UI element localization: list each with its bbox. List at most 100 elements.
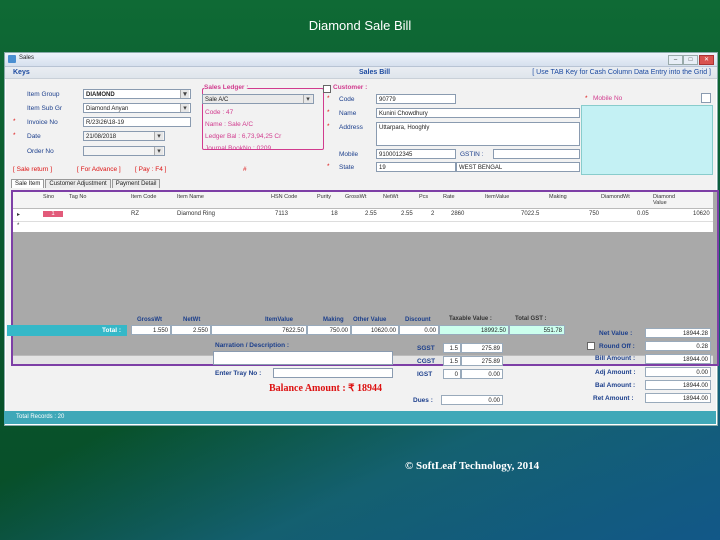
gstin-input[interactable] — [493, 149, 580, 159]
slide-title: Diamond Sale Bill — [308, 18, 412, 33]
sgst-rate[interactable]: 1.5 — [443, 343, 461, 353]
gstin-label: GSTIN : — [460, 151, 484, 158]
cell[interactable]: 7022.5 — [521, 211, 539, 217]
minimize-button[interactable]: – — [668, 55, 683, 65]
status-bar: Total Records : 20 — [4, 411, 716, 424]
narration-input[interactable] — [213, 351, 393, 365]
sale-return-hint[interactable]: [ Sale return ] — [13, 166, 52, 173]
new-row[interactable]: * — [13, 222, 713, 232]
customer-header: Customer : — [333, 84, 368, 91]
sales-ledger-select[interactable]: Sale A/C — [202, 94, 314, 104]
col-header: Pcs — [419, 194, 429, 200]
total-label: Total : — [101, 327, 121, 334]
ledger-code: Code : 47 — [205, 109, 234, 116]
net-value-label: Net Value : — [599, 330, 633, 337]
taxable-value: 18992.50 — [439, 325, 509, 335]
col-header: Rate — [443, 194, 455, 200]
item-group-label: Item Group — [27, 91, 60, 98]
customer-code-input[interactable]: 90779 — [376, 94, 456, 104]
cgst-amount: 275.89 — [461, 356, 503, 366]
total-header: NetWt — [183, 317, 201, 323]
required-mark: * — [327, 163, 330, 170]
pay-hint[interactable]: [ Pay : F4 ] — [135, 166, 166, 173]
state-label: State — [339, 164, 355, 171]
cgst-rate[interactable]: 1.5 — [443, 356, 461, 366]
net-value: 18944.28 — [645, 328, 711, 338]
cell[interactable]: 2.55 — [401, 211, 413, 217]
close-button[interactable]: ✕ — [699, 55, 714, 65]
mobile-no-label: Mobile No — [593, 95, 623, 102]
col-header: Diamond Value — [653, 194, 676, 206]
col-header: Tag No — [69, 194, 87, 200]
tab-hint: [ Use TAB Key for Cash Column Data Entry… — [532, 69, 711, 76]
tab-sale-item[interactable]: Sale Item — [11, 179, 45, 188]
tab-customer-adjustment[interactable]: Customer Adjustment — [45, 179, 111, 188]
invoice-no-label: Invoice No — [27, 119, 58, 126]
sgst-label: SGST — [417, 345, 435, 352]
cell[interactable]: Diamond Ring — [177, 211, 215, 217]
invoice-no-input[interactable]: R/23\26\18-19 — [83, 117, 191, 127]
total-gst: 551.78 — [509, 325, 565, 335]
date-picker[interactable]: 21/08/2018 — [83, 131, 165, 141]
cell[interactable]: 2.55 — [365, 211, 377, 217]
new-row-icon: * — [17, 223, 20, 229]
cell[interactable]: 1 — [43, 211, 63, 217]
window-titlebar: Sales – □ ✕ — [5, 53, 717, 67]
total-itemvalue: 7622.50 — [211, 325, 307, 335]
cell[interactable]: 750 — [589, 211, 599, 217]
total-records: Total Records : 20 — [16, 414, 65, 420]
cell[interactable]: 10620 — [693, 211, 710, 217]
state-code-input[interactable]: 19 — [376, 162, 456, 172]
item-sub-gr-select[interactable]: Diamond Anyan — [83, 103, 191, 113]
customer-name-label: Name — [339, 110, 357, 117]
total-header: ItemValue — [265, 317, 294, 323]
address-input[interactable]: Uttarpara, Hooghly — [376, 122, 580, 146]
tray-input[interactable] — [273, 368, 393, 378]
round-off-label: Round Off : — [599, 343, 635, 350]
cell[interactable]: 2 — [431, 211, 434, 217]
cell[interactable]: RZ — [131, 211, 139, 217]
ledger-name: Name : Sale A/C — [205, 121, 254, 128]
narration-label: Narration / Description : — [215, 342, 290, 349]
required-mark: * — [327, 95, 330, 102]
dues-amount: 0.00 — [441, 395, 503, 405]
cgst-label: CGST — [417, 358, 436, 365]
required-mark: * — [327, 109, 330, 116]
balance-amount: Balance Amount : ₹ 18944 — [269, 383, 383, 394]
cell[interactable]: 7113 — [275, 211, 288, 217]
customer-checkbox[interactable] — [323, 85, 331, 93]
table-row[interactable]: ▸ 1 RZ Diamond Ring 7113 18 2.55 2.55 2 … — [13, 209, 713, 222]
order-no-select[interactable] — [83, 146, 165, 156]
ret-amount-label: Ret Amount : — [593, 395, 634, 402]
total-header: Discount — [405, 317, 431, 323]
total-bar: Total : — [7, 325, 127, 336]
bill-amount-label: Bill Amount : — [595, 355, 636, 362]
cell[interactable]: 0.05 — [637, 211, 649, 217]
grid-header: Sino Tag No Item Code Item Name HSN Code… — [13, 192, 713, 209]
round-off-checkbox[interactable] — [587, 342, 595, 350]
cell[interactable]: 2860 — [451, 211, 464, 217]
mobile-no-box[interactable] — [701, 93, 711, 103]
igst-label: IGST — [417, 371, 433, 378]
total-header: Total GST : — [515, 316, 547, 322]
col-header: NetWt — [383, 194, 399, 200]
mobile-input[interactable]: 9100012345 — [376, 149, 456, 159]
customer-name-input[interactable]: Kunini Chowdhury — [376, 108, 580, 118]
row-indicator-icon: ▸ — [17, 212, 21, 218]
cell[interactable]: 18 — [331, 211, 338, 217]
item-sub-gr-label: Item Sub Gr — [27, 105, 63, 112]
state-input[interactable]: WEST BENGAL — [456, 162, 580, 172]
item-group-select[interactable]: DIAMOND — [83, 89, 191, 99]
bal-amount: 18944.00 — [645, 380, 711, 390]
sales-window: Sales – □ ✕ Keys Sales Bill [ Use TAB Ke… — [4, 52, 719, 426]
sales-ledger-header: Sales Ledger : — [204, 84, 249, 91]
maximize-button[interactable]: □ — [683, 55, 698, 65]
address-label: Address — [339, 124, 363, 131]
tray-label: Enter Tray No : — [215, 370, 262, 377]
tab-payment-detail[interactable]: Payment Detail — [111, 179, 161, 188]
advance-hint[interactable]: [ For Advance ] — [77, 166, 121, 173]
col-header: DiamondWt — [601, 194, 630, 200]
col-header: Item Name — [177, 194, 204, 200]
igst-rate[interactable]: 0 — [443, 369, 461, 379]
order-no-label: Order No — [27, 148, 54, 155]
